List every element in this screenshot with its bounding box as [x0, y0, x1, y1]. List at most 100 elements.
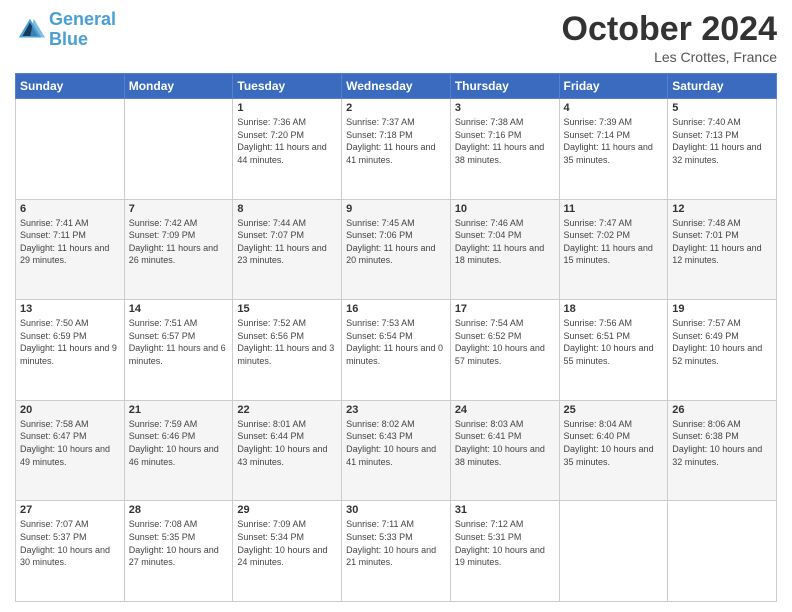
location: Les Crottes, France [562, 49, 777, 65]
weekday-header-monday: Monday [124, 74, 233, 99]
day-number: 30 [346, 504, 446, 516]
day-number: 24 [455, 404, 555, 416]
day-number: 7 [129, 203, 229, 215]
day-info: Sunrise: 7:40 AM Sunset: 7:13 PM Dayligh… [672, 116, 772, 166]
day-info: Sunrise: 7:07 AM Sunset: 5:37 PM Dayligh… [20, 518, 120, 568]
day-info: Sunrise: 7:38 AM Sunset: 7:16 PM Dayligh… [455, 116, 555, 166]
day-cell: 10 Sunrise: 7:46 AM Sunset: 7:04 PM Dayli… [450, 199, 559, 300]
day-info: Sunrise: 7:08 AM Sunset: 5:35 PM Dayligh… [129, 518, 229, 568]
day-info: Sunrise: 7:50 AM Sunset: 6:59 PM Dayligh… [20, 317, 120, 367]
day-cell: 8 Sunrise: 7:44 AM Sunset: 7:07 PM Daylig… [233, 199, 342, 300]
day-cell: 16Sunrise: 7:53 AM Sunset: 6:54 PM Dayli… [342, 300, 451, 401]
weekday-header-row: SundayMondayTuesdayWednesdayThursdayFrid… [16, 74, 777, 99]
day-info: Sunrise: 8:03 AM Sunset: 6:41 PM Dayligh… [455, 418, 555, 468]
day-info: Sunrise: 7:11 AM Sunset: 5:33 PM Dayligh… [346, 518, 446, 568]
logo: General Blue [15, 10, 116, 50]
week-row-5: 27 Sunrise: 7:07 AM Sunset: 5:37 PM Dayli… [16, 501, 777, 602]
day-cell: 31 Sunrise: 7:12 AM Sunset: 5:31 PM Dayli… [450, 501, 559, 602]
day-info: Sunrise: 7:45 AM Sunset: 7:06 PM Dayligh… [346, 217, 446, 267]
day-cell: 30 Sunrise: 7:11 AM Sunset: 5:33 PM Dayli… [342, 501, 451, 602]
day-cell: 6Sunrise: 7:41 AM Sunset: 7:11 PM Daylig… [16, 199, 125, 300]
day-info: Sunrise: 7:09 AM Sunset: 5:34 PM Dayligh… [237, 518, 337, 568]
weekday-header-friday: Friday [559, 74, 668, 99]
day-cell [124, 99, 233, 200]
weekday-header-saturday: Saturday [668, 74, 777, 99]
weekday-header-wednesday: Wednesday [342, 74, 451, 99]
day-cell: 23 Sunrise: 8:02 AM Sunset: 6:43 PM Dayli… [342, 400, 451, 501]
week-row-2: 6Sunrise: 7:41 AM Sunset: 7:11 PM Daylig… [16, 199, 777, 300]
day-cell: 7Sunrise: 7:42 AM Sunset: 7:09 PM Daylig… [124, 199, 233, 300]
day-cell: 15 Sunrise: 7:52 AM Sunset: 6:56 PM Dayli… [233, 300, 342, 401]
day-number: 20 [20, 404, 120, 416]
day-number: 31 [455, 504, 555, 516]
day-number: 17 [455, 303, 555, 315]
day-cell [668, 501, 777, 602]
calendar-table: SundayMondayTuesdayWednesdayThursdayFrid… [15, 73, 777, 602]
weekday-header-sunday: Sunday [16, 74, 125, 99]
day-info: Sunrise: 7:51 AM Sunset: 6:57 PM Dayligh… [129, 317, 229, 367]
day-info: Sunrise: 8:06 AM Sunset: 6:38 PM Dayligh… [672, 418, 772, 468]
day-cell: 14 Sunrise: 7:51 AM Sunset: 6:57 PM Dayli… [124, 300, 233, 401]
day-number: 27 [20, 504, 120, 516]
day-info: Sunrise: 7:36 AM Sunset: 7:20 PM Dayligh… [237, 116, 337, 166]
day-cell: 17 Sunrise: 7:54 AM Sunset: 6:52 PM Dayli… [450, 300, 559, 401]
day-cell: 19 Sunrise: 7:57 AM Sunset: 6:49 PM Dayli… [668, 300, 777, 401]
day-cell [16, 99, 125, 200]
day-number: 29 [237, 504, 337, 516]
day-number: 28 [129, 504, 229, 516]
day-number: 26 [672, 404, 772, 416]
day-cell: 24 Sunrise: 8:03 AM Sunset: 6:41 PM Dayli… [450, 400, 559, 501]
day-number: 16 [346, 303, 446, 315]
day-cell: 13Sunrise: 7:50 AM Sunset: 6:59 PM Dayli… [16, 300, 125, 401]
week-row-4: 20 Sunrise: 7:58 AM Sunset: 6:47 PM Dayli… [16, 400, 777, 501]
day-number: 5 [672, 102, 772, 114]
day-number: 19 [672, 303, 772, 315]
day-info: Sunrise: 7:54 AM Sunset: 6:52 PM Dayligh… [455, 317, 555, 367]
day-cell: 4Sunrise: 7:39 AM Sunset: 7:14 PM Daylig… [559, 99, 668, 200]
day-cell: 2 Sunrise: 7:37 AM Sunset: 7:18 PM Daylig… [342, 99, 451, 200]
weekday-header-thursday: Thursday [450, 74, 559, 99]
day-cell: 20 Sunrise: 7:58 AM Sunset: 6:47 PM Dayli… [16, 400, 125, 501]
day-number: 10 [455, 203, 555, 215]
page: General Blue October 2024 Les Crottes, F… [0, 0, 792, 612]
day-info: Sunrise: 8:01 AM Sunset: 6:44 PM Dayligh… [237, 418, 337, 468]
day-cell: 21 Sunrise: 7:59 AM Sunset: 6:46 PM Dayli… [124, 400, 233, 501]
day-cell: 18 Sunrise: 7:56 AM Sunset: 6:51 PM Dayli… [559, 300, 668, 401]
day-info: Sunrise: 7:12 AM Sunset: 5:31 PM Dayligh… [455, 518, 555, 568]
day-number: 25 [564, 404, 664, 416]
day-info: Sunrise: 7:48 AM Sunset: 7:01 PM Dayligh… [672, 217, 772, 267]
day-number: 3 [455, 102, 555, 114]
day-number: 11 [564, 203, 664, 215]
day-info: Sunrise: 7:58 AM Sunset: 6:47 PM Dayligh… [20, 418, 120, 468]
day-info: Sunrise: 8:04 AM Sunset: 6:40 PM Dayligh… [564, 418, 664, 468]
day-cell: 25 Sunrise: 8:04 AM Sunset: 6:40 PM Dayli… [559, 400, 668, 501]
day-number: 2 [346, 102, 446, 114]
day-info: Sunrise: 7:46 AM Sunset: 7:04 PM Dayligh… [455, 217, 555, 267]
day-number: 23 [346, 404, 446, 416]
logo-icon [15, 15, 45, 45]
day-cell: 11Sunrise: 7:47 AM Sunset: 7:02 PM Dayli… [559, 199, 668, 300]
day-number: 22 [237, 404, 337, 416]
day-info: Sunrise: 7:56 AM Sunset: 6:51 PM Dayligh… [564, 317, 664, 367]
weekday-header-tuesday: Tuesday [233, 74, 342, 99]
month-title: October 2024 [562, 10, 777, 49]
day-number: 9 [346, 203, 446, 215]
day-number: 21 [129, 404, 229, 416]
day-info: Sunrise: 7:57 AM Sunset: 6:49 PM Dayligh… [672, 317, 772, 367]
day-cell: 28 Sunrise: 7:08 AM Sunset: 5:35 PM Dayli… [124, 501, 233, 602]
day-cell: 22 Sunrise: 8:01 AM Sunset: 6:44 PM Dayli… [233, 400, 342, 501]
day-info: Sunrise: 7:59 AM Sunset: 6:46 PM Dayligh… [129, 418, 229, 468]
logo-text: General Blue [49, 10, 116, 50]
day-number: 14 [129, 303, 229, 315]
day-info: Sunrise: 7:37 AM Sunset: 7:18 PM Dayligh… [346, 116, 446, 166]
day-number: 15 [237, 303, 337, 315]
day-cell: 12Sunrise: 7:48 AM Sunset: 7:01 PM Dayli… [668, 199, 777, 300]
day-cell: 1Sunrise: 7:36 AM Sunset: 7:20 PM Daylig… [233, 99, 342, 200]
day-info: Sunrise: 7:44 AM Sunset: 7:07 PM Dayligh… [237, 217, 337, 267]
day-number: 6 [20, 203, 120, 215]
day-info: Sunrise: 7:52 AM Sunset: 6:56 PM Dayligh… [237, 317, 337, 367]
day-cell: 29 Sunrise: 7:09 AM Sunset: 5:34 PM Dayli… [233, 501, 342, 602]
day-number: 8 [237, 203, 337, 215]
day-info: Sunrise: 8:02 AM Sunset: 6:43 PM Dayligh… [346, 418, 446, 468]
day-number: 18 [564, 303, 664, 315]
